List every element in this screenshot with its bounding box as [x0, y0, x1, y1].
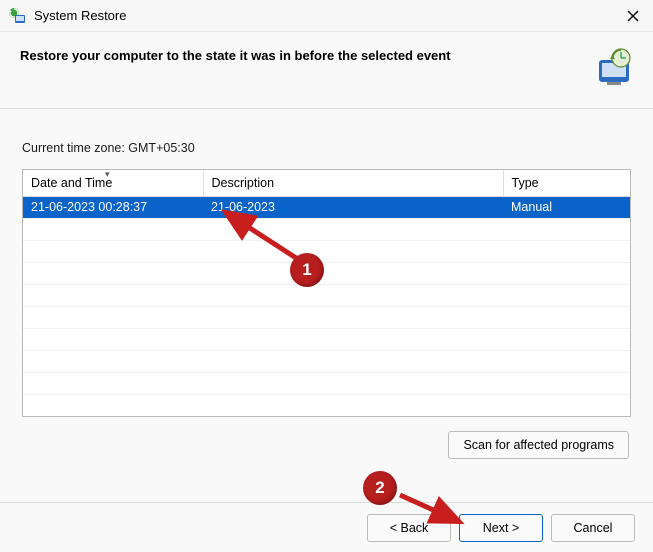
restore-points-table: Date and Time ▾ Description Type 21-06-2… [22, 169, 631, 417]
column-date[interactable]: Date and Time ▾ [23, 170, 203, 196]
close-icon [627, 10, 639, 22]
cell-type: Manual [503, 196, 630, 218]
table-row[interactable] [23, 306, 630, 328]
table-row[interactable] [23, 284, 630, 306]
sort-indicator-icon: ▾ [105, 169, 110, 180]
column-description-label: Description [212, 176, 275, 190]
table-row[interactable] [23, 262, 630, 284]
scan-affected-programs-button[interactable]: Scan for affected programs [448, 431, 629, 459]
table-row[interactable] [23, 394, 630, 416]
table-row[interactable] [23, 218, 630, 240]
titlebar: System Restore [0, 0, 653, 32]
column-type[interactable]: Type [503, 170, 630, 196]
restore-clock-icon [591, 46, 633, 88]
system-restore-icon [8, 7, 26, 25]
dialog-footer: < Back Next > Cancel [0, 502, 653, 552]
table-row[interactable] [23, 240, 630, 262]
close-button[interactable] [613, 0, 653, 32]
table-row[interactable] [23, 350, 630, 372]
column-type-label: Type [512, 176, 539, 190]
dialog-headline: Restore your computer to the state it wa… [20, 48, 451, 63]
window-title: System Restore [34, 8, 613, 23]
timezone-label: Current time zone: GMT+05:30 [22, 141, 631, 155]
table-row[interactable]: 21-06-2023 00:28:37 21-06-2023 Manual [23, 196, 630, 218]
table-row[interactable] [23, 328, 630, 350]
back-button[interactable]: < Back [367, 514, 451, 542]
column-date-label: Date and Time [31, 176, 112, 190]
column-description[interactable]: Description [203, 170, 503, 196]
cell-date: 21-06-2023 00:28:37 [23, 196, 203, 218]
cell-desc: 21-06-2023 [203, 196, 503, 218]
annotation-badge-2: 2 [363, 471, 397, 505]
next-button[interactable]: Next > [459, 514, 543, 542]
dialog-header: Restore your computer to the state it wa… [0, 32, 653, 109]
cancel-button[interactable]: Cancel [551, 514, 635, 542]
table-row[interactable] [23, 372, 630, 394]
dialog-content: Current time zone: GMT+05:30 Date and Ti… [0, 109, 653, 469]
